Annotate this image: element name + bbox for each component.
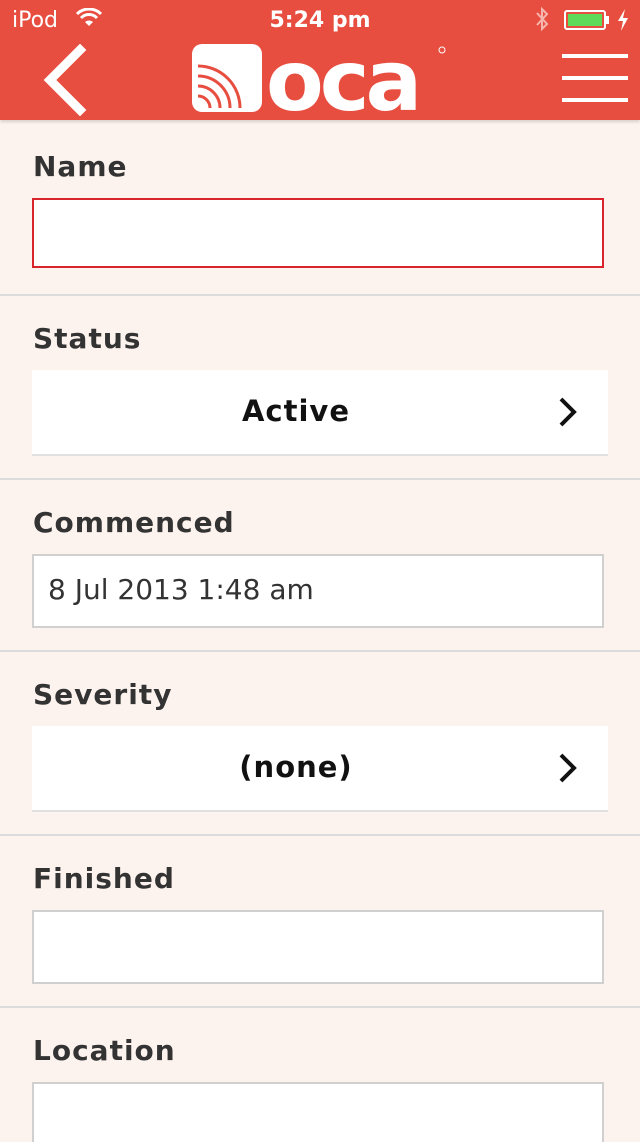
severity-picker[interactable]: (none) xyxy=(32,726,608,812)
severity-label: Severity xyxy=(33,678,173,711)
finished-input[interactable] xyxy=(32,910,604,984)
back-button[interactable] xyxy=(36,43,96,117)
menu-button[interactable] xyxy=(556,50,632,110)
commenced-input[interactable]: 8 Jul 2013 1:48 am xyxy=(32,554,604,628)
commenced-value: 8 Jul 2013 1:48 am xyxy=(48,573,314,606)
header-bar: iPod 5:24 pm oca xyxy=(0,0,640,130)
severity-value: (none) xyxy=(239,750,353,784)
commenced-section: Commenced 8 Jul 2013 1:48 am xyxy=(0,480,640,652)
chevron-right-icon xyxy=(559,397,577,427)
bluetooth-icon xyxy=(534,6,550,38)
chevron-left-icon xyxy=(43,43,87,117)
oca-logo: oca xyxy=(192,32,448,130)
charging-icon xyxy=(616,8,630,38)
chevron-right-icon xyxy=(559,753,577,783)
commenced-label: Commenced xyxy=(33,506,235,539)
status-value: Active xyxy=(241,394,350,428)
location-input[interactable] xyxy=(32,1082,604,1142)
severity-section: Severity (none) xyxy=(0,652,640,836)
finished-section: Finished xyxy=(0,836,640,1008)
name-section: Name xyxy=(0,122,640,296)
location-label: Location xyxy=(33,1034,176,1067)
battery-icon xyxy=(564,10,609,30)
name-input[interactable] xyxy=(32,198,604,268)
status-picker[interactable]: Active xyxy=(32,370,608,456)
svg-text:oca: oca xyxy=(266,44,418,114)
status-bar: iPod 5:24 pm xyxy=(0,0,640,40)
hamburger-icon xyxy=(562,54,628,102)
status-label: Status xyxy=(33,322,142,355)
location-section: Location xyxy=(0,1008,640,1142)
finished-label: Finished xyxy=(33,862,175,895)
status-section: Status Active xyxy=(0,296,640,480)
name-label: Name xyxy=(33,150,128,183)
